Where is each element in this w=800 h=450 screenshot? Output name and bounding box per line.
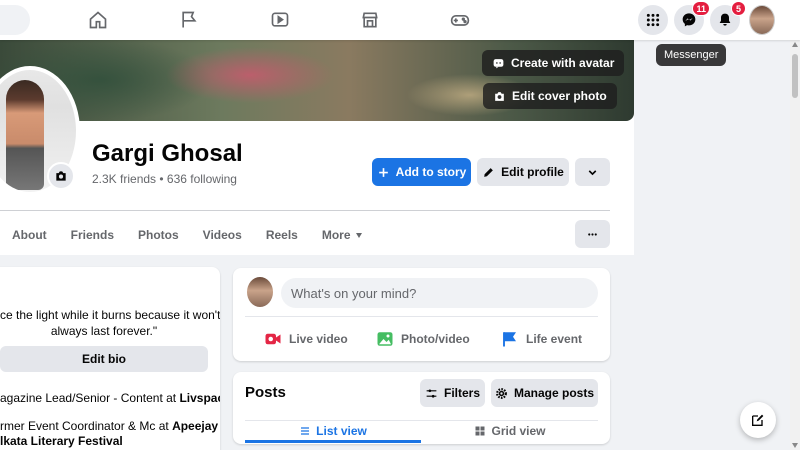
- work-item: rmer Event Coordinator & Mc at Apeejay: [0, 419, 218, 434]
- work-org-link[interactable]: Livspace: [179, 391, 220, 405]
- tab-videos[interactable]: Videos: [203, 228, 242, 242]
- ellipsis-icon: [588, 232, 597, 236]
- home-icon[interactable]: [85, 7, 111, 33]
- top-navbar: 11 5: [0, 0, 800, 40]
- work-org-link[interactable]: Apeejay: [172, 419, 218, 433]
- camera-icon: [495, 91, 504, 101]
- caret-down-icon: [355, 232, 362, 238]
- live-video-button[interactable]: Live video: [264, 326, 348, 352]
- profile-header: Create with avatar Edit cover photo Garg…: [0, 40, 634, 255]
- edit-cover-button[interactable]: Edit cover photo: [483, 83, 617, 109]
- bio-text: ce the light while it burns because it w…: [0, 307, 220, 339]
- grid-icon: [475, 426, 485, 436]
- photo-video-button[interactable]: Photo/video: [376, 326, 470, 352]
- work-title: agazine Lead/Senior - Content at: [0, 391, 180, 405]
- plus-icon: [378, 167, 388, 177]
- composer-divider: [245, 316, 598, 317]
- gear-icon: [496, 387, 507, 399]
- post-composer: What's on your mind? Live video Photo/vi…: [233, 268, 610, 361]
- update-profile-picture-button[interactable]: [47, 162, 75, 190]
- scroll-up-arrow-icon[interactable]: [792, 42, 798, 47]
- scroll-down-arrow-icon[interactable]: [792, 443, 798, 448]
- whats-on-your-mind-input[interactable]: What's on your mind?: [281, 278, 598, 308]
- posts-card: Posts Filters Manage posts List view Gri…: [233, 372, 610, 444]
- more-options-dropdown[interactable]: [575, 158, 610, 186]
- photo-icon: [377, 332, 393, 346]
- work-item: agazine Lead/Senior - Content at Livspac…: [0, 391, 220, 406]
- profile-photo-person: [6, 80, 44, 190]
- intro-card: ce the light while it burns because it w…: [0, 267, 220, 450]
- live-video-icon: [265, 333, 281, 345]
- marketplace-icon[interactable]: [357, 7, 383, 33]
- filters-button[interactable]: Filters: [420, 379, 485, 407]
- list-icon: [301, 427, 310, 435]
- manage-posts-button[interactable]: Manage posts: [491, 379, 598, 407]
- new-message-button[interactable]: [740, 402, 776, 438]
- notifications-button[interactable]: 5: [710, 1, 746, 35]
- messenger-badge: 11: [692, 1, 710, 16]
- page-scrollbar[interactable]: [790, 40, 800, 450]
- active-tab-indicator: [245, 440, 421, 443]
- scrollbar-thumb[interactable]: [792, 54, 798, 98]
- cover-photo: Create with avatar Edit cover photo: [0, 40, 634, 121]
- work-org-link[interactable]: lkata Literary Festival: [0, 434, 123, 448]
- grid-view-tab[interactable]: Grid view: [422, 421, 598, 441]
- life-event-button[interactable]: Life event: [501, 326, 582, 352]
- messenger-tooltip: Messenger: [656, 44, 727, 66]
- tab-photos[interactable]: Photos: [138, 228, 179, 242]
- work-title: rmer Event Coordinator & Mc at: [0, 419, 173, 433]
- gaming-icon[interactable]: [447, 7, 473, 33]
- notifications-badge: 5: [731, 1, 746, 16]
- pencil-icon: [484, 167, 493, 177]
- posts-heading: Posts: [245, 384, 286, 401]
- bell-icon: [719, 13, 731, 26]
- tab-about[interactable]: About: [12, 228, 47, 242]
- edit-bio-button[interactable]: Edit bio: [0, 346, 208, 372]
- work-item-continued: lkata Literary Festival: [0, 434, 123, 449]
- messenger-button[interactable]: 11: [674, 1, 710, 35]
- bio-line-2: always last forever.": [50, 324, 158, 338]
- bio-line-1: ce the light while it burns because it w…: [0, 308, 220, 322]
- menu-button[interactable]: [638, 5, 668, 35]
- video-icon[interactable]: [267, 7, 293, 33]
- account-avatar[interactable]: [749, 5, 775, 35]
- flag-icon: [503, 332, 516, 347]
- profile-tabs-more-button[interactable]: [575, 220, 610, 248]
- tab-more[interactable]: More: [322, 228, 362, 242]
- add-to-story-button[interactable]: Add to story: [372, 158, 471, 186]
- profile-tabs: About Friends Photos Videos Reels More: [0, 220, 386, 250]
- compose-icon: [752, 414, 764, 426]
- tab-reels[interactable]: Reels: [266, 228, 298, 242]
- header-divider: [0, 210, 610, 211]
- tab-more-label: More: [321, 228, 351, 242]
- tab-friends[interactable]: Friends: [71, 228, 114, 242]
- create-avatar-button[interactable]: Create with avatar: [482, 50, 625, 76]
- flag-icon[interactable]: [176, 7, 202, 33]
- friends-following-count[interactable]: 2.3K friends • 636 following: [92, 172, 237, 186]
- edit-profile-button[interactable]: Edit profile: [477, 158, 569, 186]
- camera-icon: [56, 171, 66, 181]
- search-field[interactable]: [0, 5, 30, 35]
- filter-sliders-icon: [426, 388, 437, 398]
- grid-menu-icon: [646, 13, 660, 27]
- list-view-tab[interactable]: List view: [245, 421, 421, 441]
- avatar[interactable]: [247, 277, 273, 307]
- avatar-icon: [493, 58, 504, 68]
- chevron-down-icon: [588, 169, 597, 175]
- profile-name: Gargi Ghosal: [92, 140, 243, 167]
